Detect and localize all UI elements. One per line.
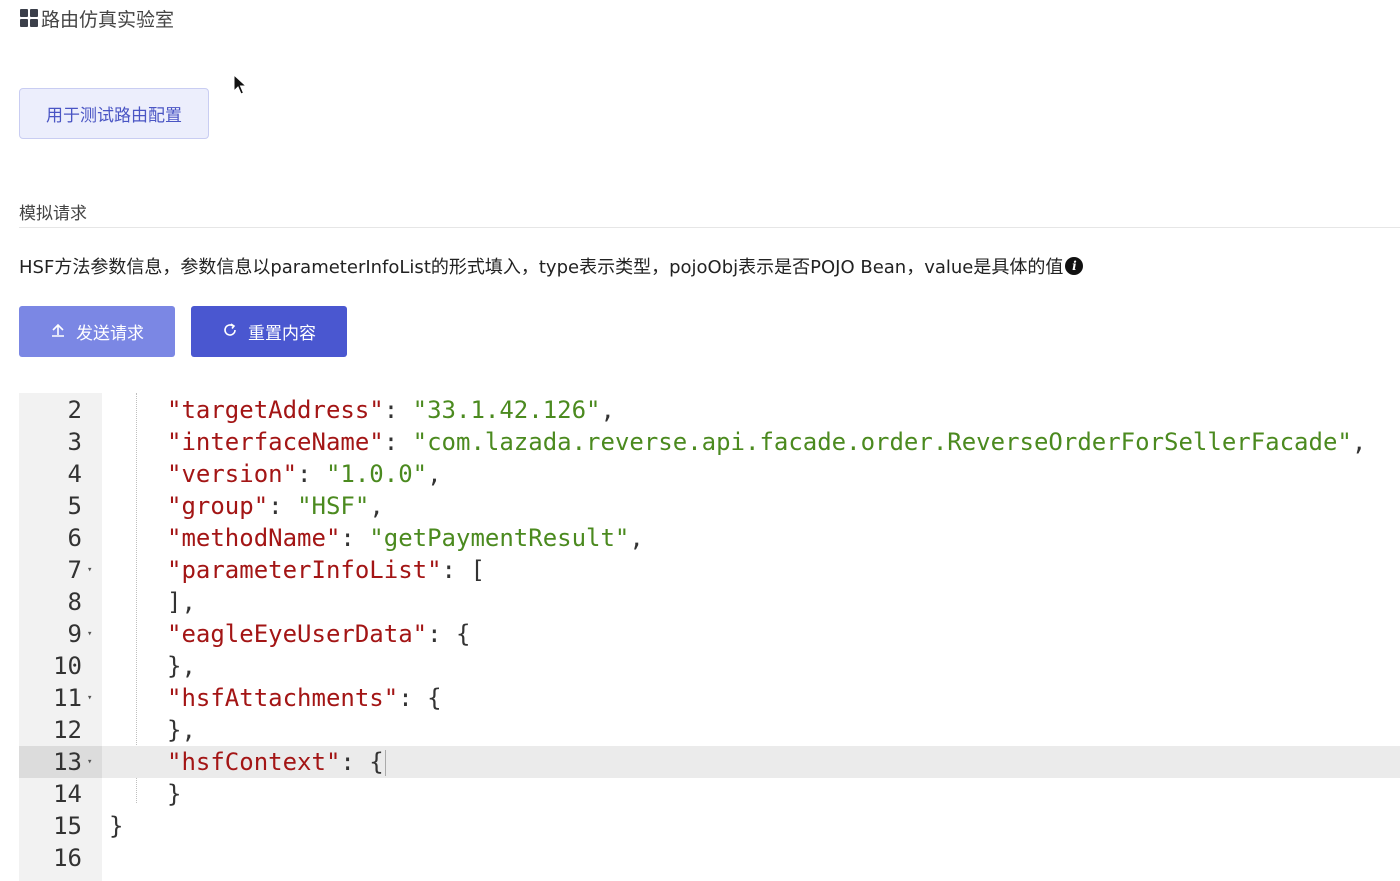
fold-toggle-icon[interactable]: ▾ [87,618,99,650]
json-punctuation: } [109,812,124,840]
json-punctuation: , [369,492,384,520]
section-divider [19,227,1400,228]
json-key: "eagleEyeUserData" [167,620,428,648]
editor-line[interactable]: 2 "targetAddress": "33.1.42.126", [19,394,1400,426]
json-punctuation: : [268,492,298,520]
json-punctuation: : [340,524,370,552]
code-text: "targetAddress": "33.1.42.126", [167,394,615,426]
line-number: 16 [53,844,82,872]
editor-line[interactable]: 5 "group": "HSF", [19,490,1400,522]
json-punctuation: : { [340,748,384,776]
json-key: "hsfContext" [167,748,341,776]
json-punctuation: : { [427,620,471,648]
line-number: 10 [53,652,82,680]
editor-line[interactable]: 14} [19,778,1400,810]
json-key: "parameterInfoList" [167,556,442,584]
code-text: "methodName": "getPaymentResult", [167,522,644,554]
fold-toggle-icon[interactable]: ▾ [87,682,99,714]
code-text: "version": "1.0.0", [167,458,442,490]
editor-line[interactable]: 16 [19,842,1400,874]
json-punctuation: : [383,396,413,424]
json-editor[interactable]: 2 "targetAddress": "33.1.42.126", 3 "interf… [19,393,1400,881]
json-string: "33.1.42.126" [412,396,601,424]
json-punctuation: } [167,780,182,808]
json-punctuation: : [383,428,413,456]
json-punctuation: , [1351,428,1367,456]
json-key: "version" [167,460,298,488]
json-string: "HSF" [297,492,370,520]
json-punctuation: , [629,524,644,552]
code-text: "hsfAttachments": { [167,682,442,714]
line-number: 14 [53,780,82,808]
editor-line[interactable]: 11 ▾ "hsfAttachments": { [19,682,1400,714]
json-key: "interfaceName" [167,428,384,456]
json-string: "1.0.0" [325,460,428,488]
json-string: "getPaymentResult" [369,524,630,552]
line-number: 5 [67,492,82,520]
json-punctuation: ], [167,588,196,616]
line-number: 3 [67,428,82,456]
editor-line[interactable]: 9 ▾ "eagleEyeUserData": { [19,618,1400,650]
json-punctuation: : [297,460,326,488]
line-number: 2 [67,396,82,424]
route-config-tag-button[interactable]: 用于测试路由配置 [19,88,209,139]
description-text: HSF方法参数信息，参数信息以parameterInfoList的形式填入，ty… [19,257,1064,278]
json-key: "targetAddress" [167,396,384,424]
editor-line[interactable]: 10}, [19,650,1400,682]
json-punctuation: }, [167,652,196,680]
fold-toggle-icon[interactable]: ▾ [87,746,99,778]
grid-icon [20,9,38,27]
json-punctuation: : [ [441,556,485,584]
json-punctuation: , [600,396,615,424]
json-punctuation: }, [167,716,196,744]
reset-content-label: 重置内容 [248,324,316,343]
line-number: 12 [53,716,82,744]
editor-line[interactable]: 15} [19,810,1400,842]
json-punctuation: : { [398,684,442,712]
text-caret [384,750,386,776]
code-text: "interfaceName": "com.lazada.reverse.api… [167,426,1366,458]
send-request-button[interactable]: 发送请求 [19,306,175,357]
code-text: ], [167,586,196,618]
fold-toggle-icon[interactable]: ▾ [87,554,99,586]
line-number: 15 [53,812,82,840]
code-text: "parameterInfoList": [ [167,554,485,586]
line-number: 4 [67,460,82,488]
json-key: "group" [167,492,269,520]
refresh-icon [222,322,238,341]
editor-line[interactable]: 3 "interfaceName": "com.lazada.reverse.ap… [19,426,1400,458]
editor-line[interactable]: 4 "version": "1.0.0", [19,458,1400,490]
code-text: "group": "HSF", [167,490,384,522]
code-text: }, [167,714,196,746]
json-string: "com.lazada.reverse.api.facade.order.Rev… [412,428,1352,456]
editor-line[interactable]: 13 ▾ "hsfContext": { [19,746,1400,778]
section-title: 模拟请求 [19,204,87,224]
line-number: 8 [67,588,82,616]
route-config-tag-label: 用于测试路由配置 [46,106,182,126]
json-key: "hsfAttachments" [167,684,399,712]
code-text: "eagleEyeUserData": { [167,618,470,650]
code-text: }, [167,650,196,682]
send-request-label: 发送请求 [76,324,144,343]
mouse-cursor-icon [233,74,247,95]
reset-content-button[interactable]: 重置内容 [191,306,347,357]
code-text: } [167,778,181,810]
line-number: 6 [67,524,82,552]
code-text: } [109,810,123,842]
editor-line[interactable]: 7 ▾ "parameterInfoList": [ [19,554,1400,586]
page-title: 路由仿真实验室 [20,5,174,31]
page-title-text: 路由仿真实验室 [41,8,175,31]
editor-line[interactable]: 8], [19,586,1400,618]
editor-line[interactable]: 12}, [19,714,1400,746]
json-punctuation: , [427,460,442,488]
description: HSF方法参数信息，参数信息以parameterInfoList的形式填入，ty… [19,253,1084,279]
info-icon[interactable]: i [1065,257,1084,275]
editor-line[interactable]: 6 "methodName": "getPaymentResult", [19,522,1400,554]
code-text: "hsfContext": { [167,746,386,778]
upload-icon [50,322,66,341]
json-key: "methodName" [167,524,341,552]
